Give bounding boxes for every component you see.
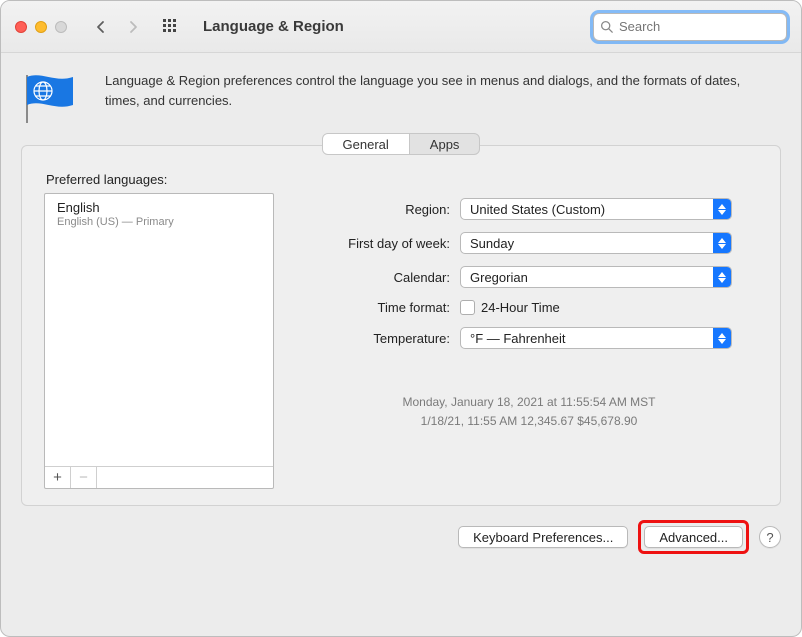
grid-icon	[163, 19, 179, 35]
preferences-window: Language & Region	[0, 0, 802, 637]
language-region-icon	[21, 71, 85, 119]
updown-icon	[713, 199, 731, 219]
tab-apps[interactable]: Apps	[409, 134, 480, 154]
region-settings: Region: United States (Custom) First day…	[300, 166, 758, 489]
24-hour-checkbox[interactable]	[460, 300, 475, 315]
region-value: United States (Custom)	[470, 202, 605, 217]
general-group: Preferred languages: English English (US…	[21, 145, 781, 506]
panel-body: Language & Region preferences control th…	[1, 53, 801, 568]
24-hour-label: 24-Hour Time	[481, 300, 560, 315]
search-icon	[600, 20, 613, 33]
calendar-value: Gregorian	[470, 270, 528, 285]
region-select[interactable]: United States (Custom)	[460, 198, 732, 220]
add-language-button[interactable]: +	[45, 467, 71, 488]
temperature-label: Temperature:	[300, 331, 450, 346]
advanced-button[interactable]: Advanced...	[644, 526, 743, 548]
region-label: Region:	[300, 202, 450, 217]
first-day-value: Sunday	[470, 236, 514, 251]
pane-description: Language & Region preferences control th…	[105, 71, 765, 110]
titlebar: Language & Region	[1, 1, 801, 53]
temperature-value: °F — Fahrenheit	[470, 331, 566, 346]
format-preview: Monday, January 18, 2021 at 11:55:54 AM …	[300, 393, 758, 431]
preview-line-2: 1/18/21, 11:55 AM 12,345.67 $45,678.90	[300, 412, 758, 431]
search-input[interactable]	[617, 18, 797, 35]
bottom-buttons: Keyboard Preferences... Advanced... ?	[21, 520, 781, 554]
language-name: English	[57, 200, 261, 215]
preferred-languages-section: Preferred languages: English English (US…	[44, 166, 274, 489]
time-format-label: Time format:	[300, 300, 450, 315]
tab-bar: General Apps	[21, 133, 781, 157]
language-detail: English (US) — Primary	[57, 216, 261, 228]
list-footer: + −	[45, 466, 273, 488]
remove-language-button: −	[71, 467, 97, 488]
chevron-left-icon	[96, 20, 106, 34]
calendar-select[interactable]: Gregorian	[460, 266, 732, 288]
keyboard-preferences-button[interactable]: Keyboard Preferences...	[458, 526, 628, 548]
help-button[interactable]: ?	[759, 526, 781, 548]
search-field[interactable]	[593, 13, 787, 41]
header-row: Language & Region preferences control th…	[21, 71, 781, 119]
preferred-languages-list[interactable]: English English (US) — Primary + −	[44, 193, 274, 489]
minimize-window-button[interactable]	[35, 21, 47, 33]
close-window-button[interactable]	[15, 21, 27, 33]
preferred-languages-label: Preferred languages:	[46, 172, 274, 187]
traffic-lights	[15, 21, 67, 33]
calendar-label: Calendar:	[300, 270, 450, 285]
updown-icon	[713, 328, 731, 348]
forward-button	[121, 13, 145, 41]
maximize-window-button	[55, 21, 67, 33]
page-title: Language & Region	[203, 18, 344, 35]
advanced-highlight: Advanced...	[638, 520, 749, 554]
updown-icon	[713, 267, 731, 287]
first-day-select[interactable]: Sunday	[460, 232, 732, 254]
list-item[interactable]: English English (US) — Primary	[45, 198, 273, 234]
tab-general[interactable]: General	[323, 134, 409, 154]
chevron-right-icon	[128, 20, 138, 34]
temperature-select[interactable]: °F — Fahrenheit	[460, 327, 732, 349]
first-day-label: First day of week:	[300, 236, 450, 251]
updown-icon	[713, 233, 731, 253]
preview-line-1: Monday, January 18, 2021 at 11:55:54 AM …	[300, 393, 758, 412]
show-all-button[interactable]	[157, 13, 185, 41]
back-button[interactable]	[89, 13, 113, 41]
